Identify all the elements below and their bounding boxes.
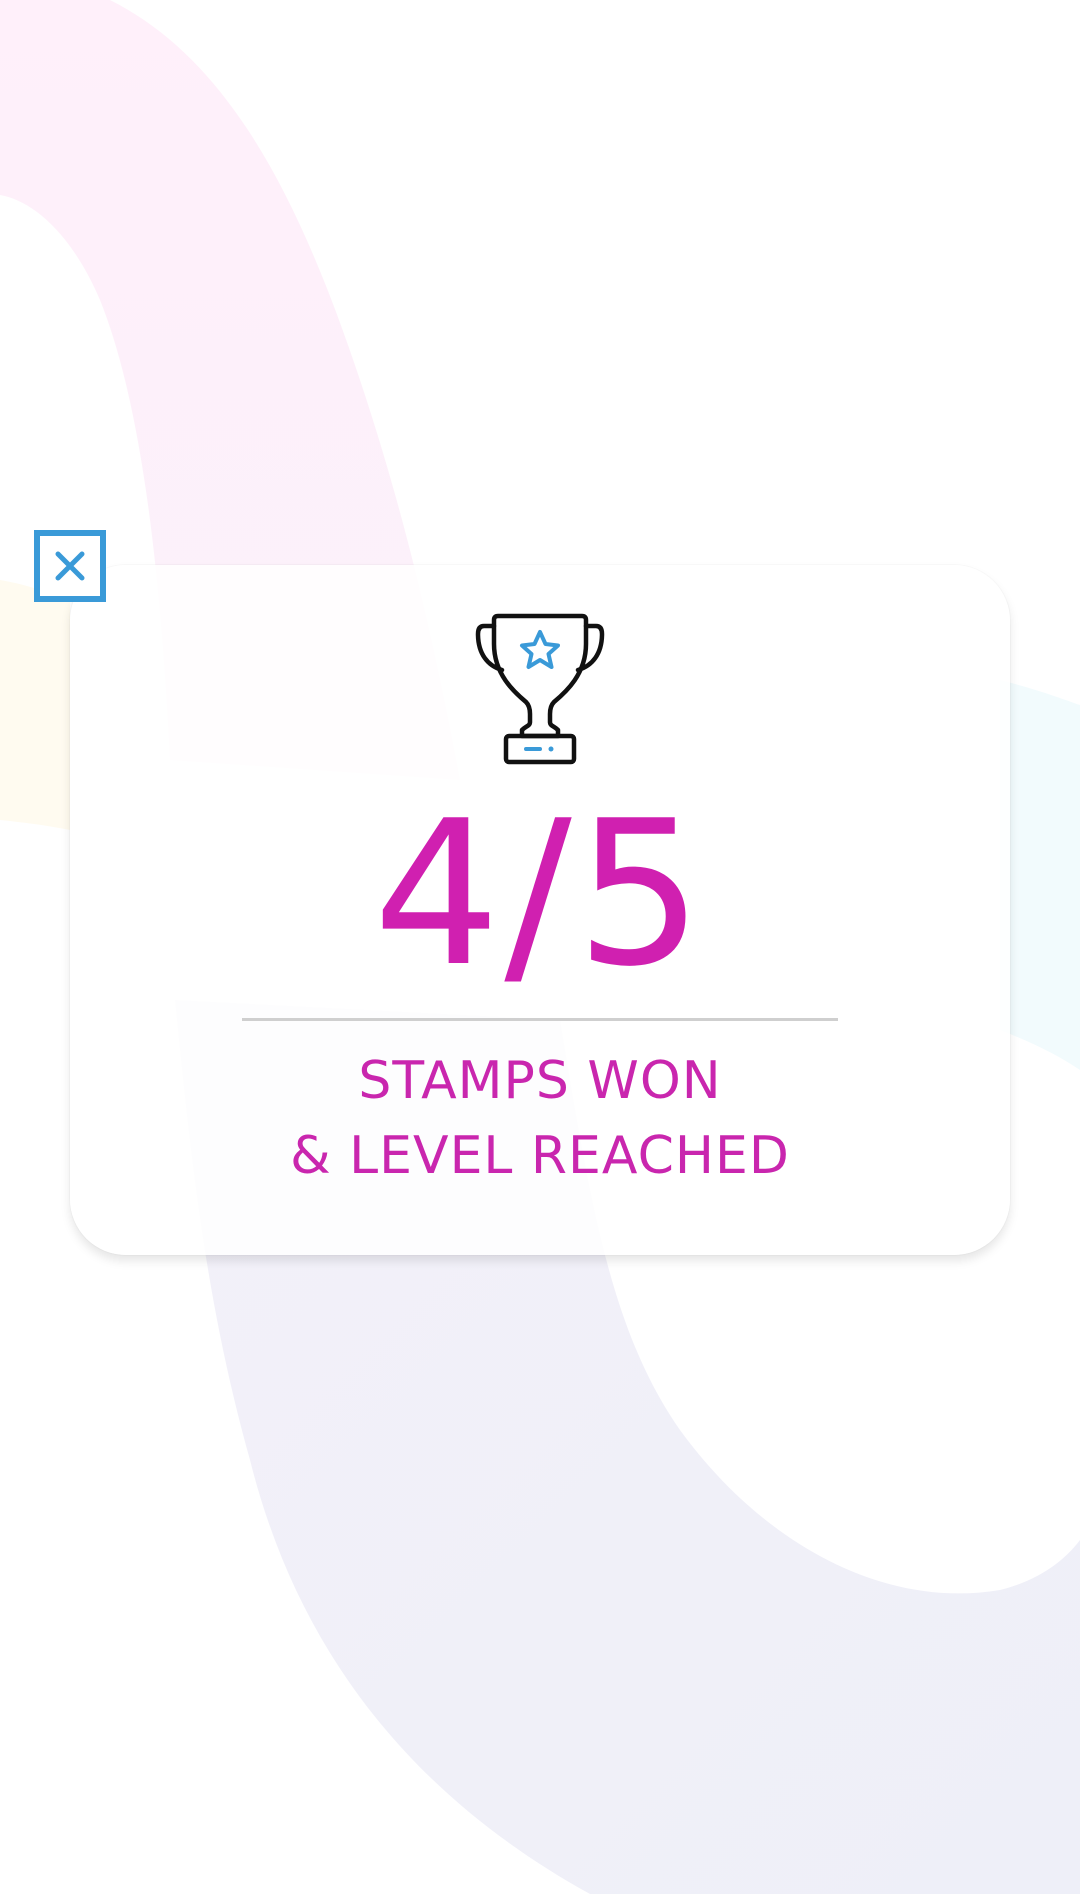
close-button[interactable] (34, 530, 106, 602)
divider (242, 1018, 838, 1021)
caption-level-reached: & LEVEL REACHED (290, 1126, 790, 1186)
close-icon (55, 551, 85, 581)
trophy-star-icon (475, 613, 605, 765)
caption-stamps-won: STAMPS WON (358, 1051, 722, 1111)
score-text: 4/5 (373, 778, 707, 1011)
